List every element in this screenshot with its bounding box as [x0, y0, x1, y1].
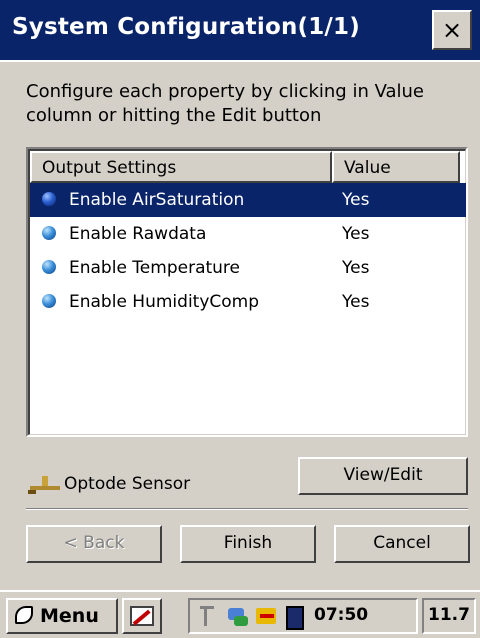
title-bar: System Configuration(1/1) × — [0, 0, 480, 62]
bullet-icon — [42, 226, 56, 240]
view-edit-button[interactable]: View/Edit — [298, 457, 468, 495]
output-settings-list[interactable]: Output Settings Value Enable AirSaturati… — [26, 147, 468, 437]
bullet-icon — [42, 192, 56, 206]
row-value[interactable]: Yes — [342, 221, 369, 247]
column-header-value[interactable]: Value — [332, 151, 460, 183]
window-title: System Configuration(1/1) — [12, 14, 360, 40]
storage-card-icon[interactable] — [282, 604, 306, 630]
row-value[interactable]: Yes — [342, 255, 369, 281]
clock[interactable]: 07:50 — [314, 605, 368, 625]
back-button[interactable]: < Back — [26, 525, 162, 563]
list-row-rawdata[interactable]: Enable Rawdata Yes — [30, 217, 466, 251]
bullet-icon — [42, 294, 56, 308]
dialog-window: System Configuration(1/1) × Configure ea… — [0, 0, 480, 590]
cancel-button[interactable]: Cancel — [334, 525, 470, 563]
list-header: Output Settings Value — [30, 151, 466, 183]
close-icon: × — [441, 16, 463, 44]
list-row-air-saturation[interactable]: Enable AirSaturation Yes — [30, 183, 466, 217]
instructions-text: Configure each property by clicking in V… — [26, 81, 425, 126]
list-row-humidity-comp[interactable]: Enable HumidityComp Yes — [30, 285, 466, 319]
sensor-label: Optode Sensor — [26, 472, 190, 496]
sensor-name: Optode Sensor — [64, 474, 191, 494]
row-name: Enable Rawdata — [69, 224, 207, 244]
version-indicator: 11.7 — [422, 598, 476, 634]
row-name: Enable AirSaturation — [69, 190, 245, 210]
row-name: Enable HumidityComp — [69, 292, 260, 312]
sensor-icon — [26, 472, 62, 496]
list-row-temperature[interactable]: Enable Temperature Yes — [30, 251, 466, 285]
finish-button[interactable]: Finish — [180, 525, 316, 563]
row-value[interactable]: Yes — [342, 289, 369, 315]
windows-flag-icon — [12, 603, 38, 629]
row-name: Enable Temperature — [69, 258, 240, 278]
close-button[interactable]: × — [432, 10, 472, 50]
menu-label: Menu — [40, 605, 99, 627]
divider — [26, 508, 468, 510]
row-value[interactable]: Yes — [342, 187, 369, 213]
battery-icon[interactable] — [254, 604, 278, 628]
column-header-output-settings[interactable]: Output Settings — [30, 151, 332, 183]
network-icon[interactable] — [226, 604, 250, 628]
bullet-icon — [42, 260, 56, 274]
antenna-icon[interactable] — [198, 604, 222, 628]
system-tray: 07:50 — [188, 598, 418, 634]
input-panel-button[interactable] — [122, 598, 162, 634]
start-menu-button[interactable]: Menu — [6, 598, 118, 634]
taskbar: Menu 07:50 11.7 — [0, 590, 480, 638]
